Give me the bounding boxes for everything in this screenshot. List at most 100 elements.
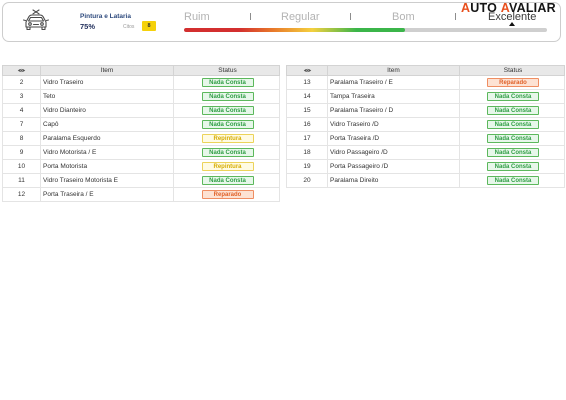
row-number: 11 [3,174,41,187]
row-number: 7 [3,118,41,131]
table-row: 8 Paralama Esquerdo Repintura [2,132,280,146]
table-row: 4 Vidro Dianteiro Nada Consta [2,104,280,118]
rating-label-bom: Bom [392,11,415,23]
rating-pointer-icon [509,22,515,26]
items-table-right: Item Status 13 Paralama Traseiro / E Repar… [286,65,565,188]
row-item-name: Paralama Traseiro / E [328,76,460,89]
table-header: Item Status [286,65,565,76]
row-item-name: Vidro Motorista / E [41,146,174,159]
row-status-cell: Nada Consta [174,146,281,159]
row-number: 15 [287,104,328,117]
table-row: 13 Paralama Traseiro / E Reparado [286,76,565,90]
eye-icon [17,68,26,73]
row-status-cell: Repintura [174,132,281,145]
row-item-name: Vidro Traseiro Motorista E [41,174,174,187]
status-badge: Nada Consta [487,106,539,115]
table-body: 2 Vidro Traseiro Nada Consta 3 Teto Nada Cons… [2,76,280,202]
status-badge: Nada Consta [487,162,539,171]
row-number: 3 [3,90,41,103]
rating-label-ruim: Ruim [184,11,210,23]
row-number: 18 [287,146,328,159]
table-row: 15 Paralama Traseiro / D Nada Consta [286,104,565,118]
eye-icon [303,68,311,73]
row-status-cell: Nada Consta [460,146,566,159]
table-row: 14 Tampa Traseira Nada Consta [286,90,565,104]
row-status-cell: Nada Consta [460,90,566,103]
row-number: 14 [287,90,328,103]
status-badge: Nada Consta [487,176,539,185]
row-number: 4 [3,104,41,117]
row-number: 17 [287,132,328,145]
rating-divider [455,13,456,20]
row-status-cell: Nada Consta [174,118,281,131]
row-number: 8 [3,132,41,145]
status-badge: Nada Consta [487,120,539,129]
rating-divider [250,13,251,20]
table-row: 19 Porta Passageiro /D Nada Consta [286,160,565,174]
row-item-name: Porta Passageiro /D [328,160,460,173]
row-status-cell: Nada Consta [174,76,281,89]
row-number: 9 [3,146,41,159]
section-percentage: 75% [80,22,96,31]
status-badge: Nada Consta [201,92,254,101]
items-table-left: Item Status 2 Vidro Traseiro Nada Consta 3 T… [2,65,280,202]
status-badge: Repintura [201,134,254,143]
row-number: 19 [287,160,328,173]
table-row: 17 Porta Traseira /D Nada Consta [286,132,565,146]
status-badge: Nada Consta [201,120,254,129]
table-row: 20 Paralama Direito Nada Consta [286,174,565,188]
header-status: Status [503,67,523,74]
status-badge: Nada Consta [487,92,539,101]
table-row: 11 Vidro Traseiro Motorista E Nada Consta [2,174,280,188]
header-item: Item [41,66,174,75]
row-status-cell: Reparado [174,188,281,201]
row-status-cell: Nada Consta [460,132,566,145]
table-row: 9 Vidro Motorista / E Nada Consta [2,146,280,160]
status-badge: Nada Consta [201,176,254,185]
auto-avaliar-logo: AUTO AVALIAR [461,1,556,15]
row-status-cell: Nada Consta [460,104,566,117]
table-row: 10 Porta Motorista Repintura [2,160,280,174]
row-number: 20 [287,174,328,187]
status-badge: Nada Consta [487,148,539,157]
row-item-name: Paralama Direito [328,174,460,187]
row-number: 10 [3,160,41,173]
row-status-cell: Nada Consta [460,160,566,173]
row-item-name: Vidro Traseiro [41,76,174,89]
row-item-name: Porta Motorista [41,160,174,173]
header-visibility-cell [287,66,328,75]
header-visibility-cell [3,66,41,75]
row-number: 16 [287,118,328,131]
status-badge: Repintura [201,162,254,171]
logo-word-avaliar: AVALIAR [500,1,556,15]
row-item-name: Capô [41,118,174,131]
row-number: 2 [3,76,41,89]
status-badge: Nada Consta [201,148,254,157]
row-status-cell: Nada Consta [174,90,281,103]
row-item-name: Vidro Dianteiro [41,104,174,117]
row-status-cell: Nada Consta [460,174,566,187]
row-status-cell: Nada Consta [174,104,281,117]
row-status-cell: Nada Consta [460,118,566,131]
row-item-name: Paralama Esquerdo [41,132,174,145]
header-item: Item [328,66,460,75]
row-item-name: Tampa Traseira [328,90,460,103]
logo-word-auto: AUTO [461,1,497,15]
table-header: Item Status [2,65,280,76]
row-number: 13 [287,76,328,89]
row-item-name: Teto [41,90,174,103]
status-badge: Reparado [487,78,539,87]
status-badge: Nada Consta [201,78,254,87]
rating-divider [350,13,351,20]
table-row: 12 Porta Traseira / E Reparado [2,188,280,202]
row-item-name: Vidro Traseiro /D [328,118,460,131]
rating-bar-fill [184,28,406,32]
table-body: 13 Paralama Traseiro / E Reparado 14 Tampa T… [286,76,565,188]
table-row: 2 Vidro Traseiro Nada Consta [2,76,280,90]
status-badge: Nada Consta [487,134,539,143]
row-item-name: Porta Traseira / E [41,188,174,201]
table-row: 18 Vidro Passageiro /D Nada Consta [286,146,565,160]
rating-bar [184,28,547,32]
table-row: 7 Capô Nada Consta [2,118,280,132]
status-badge: Reparado [201,190,254,199]
